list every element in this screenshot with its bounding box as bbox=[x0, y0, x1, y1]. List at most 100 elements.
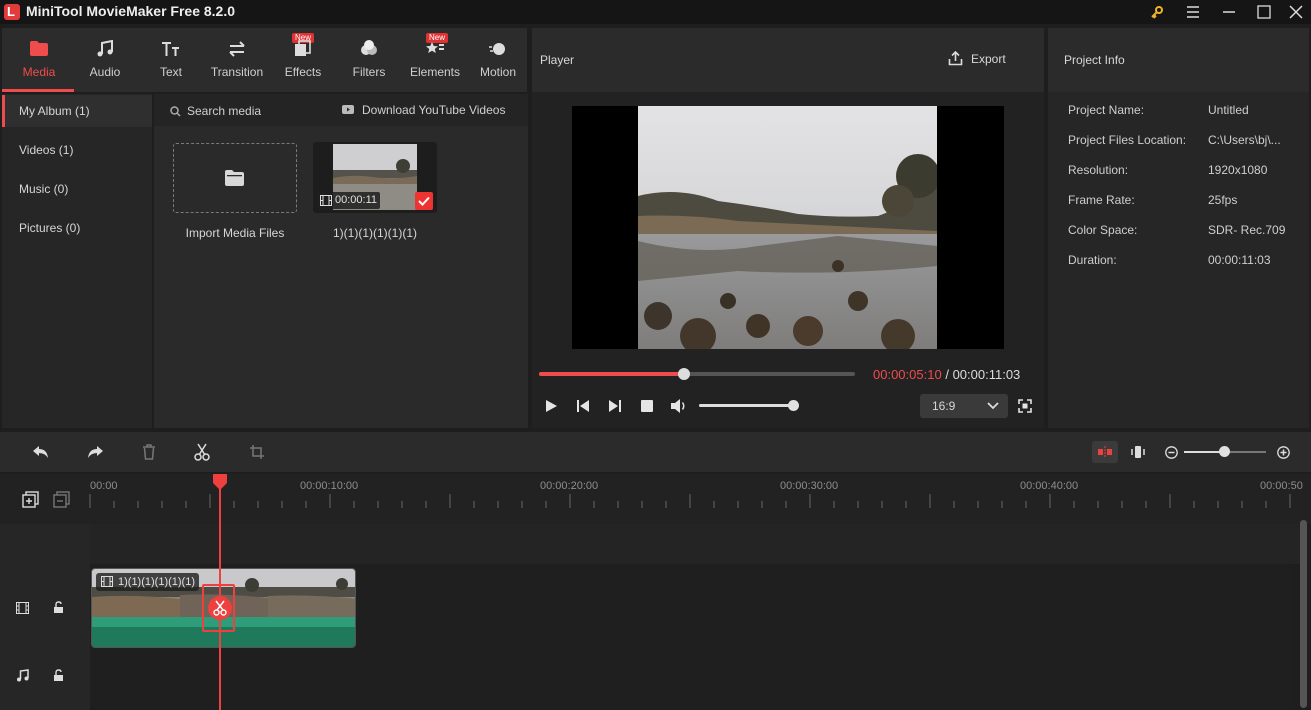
audio-mixer-button[interactable] bbox=[1131, 444, 1145, 460]
zoom-handle[interactable] bbox=[1219, 446, 1230, 457]
unlock-icon bbox=[54, 669, 63, 681]
tab-filters[interactable]: Filters bbox=[336, 28, 402, 92]
transition-arrows-icon bbox=[229, 41, 245, 57]
info-value-frame-rate: 25fps bbox=[1208, 193, 1238, 207]
export-button[interactable]: Export bbox=[948, 51, 1006, 66]
tab-motion[interactable]: Motion bbox=[468, 28, 528, 92]
info-value-resolution: 1920x1080 bbox=[1208, 163, 1268, 177]
filters-icon bbox=[361, 40, 377, 55]
sidebar-item-my-album[interactable]: My Album (1) bbox=[2, 95, 152, 127]
ruler-label: 00:00:20:00 bbox=[540, 480, 599, 492]
delete-button[interactable] bbox=[141, 444, 157, 460]
tab-media[interactable]: Media bbox=[6, 28, 72, 92]
fullscreen-button[interactable] bbox=[1018, 399, 1032, 413]
aspect-ratio-value: 16:9 bbox=[932, 399, 956, 413]
video-frame-image bbox=[638, 106, 937, 349]
audio-track-icon bbox=[16, 669, 29, 682]
split-button[interactable] bbox=[194, 443, 210, 461]
audio-track[interactable] bbox=[90, 652, 1290, 708]
snap-toggle[interactable] bbox=[1092, 441, 1118, 463]
info-key-location: Project Files Location: bbox=[1068, 133, 1187, 147]
tab-filters-label: Filters bbox=[352, 65, 386, 79]
split-marker[interactable] bbox=[208, 596, 232, 620]
track-headers bbox=[0, 524, 90, 710]
timeline-ruler[interactable]: 00:00 00:00:10:00 00:00:20:00 00:00:30:0… bbox=[0, 474, 1311, 524]
clip-duration-text: 00:00:11 bbox=[335, 194, 378, 206]
film-icon bbox=[101, 576, 113, 587]
progress-handle[interactable] bbox=[678, 368, 690, 380]
redo-icon bbox=[88, 446, 103, 458]
search-media[interactable]: Search media bbox=[170, 104, 261, 118]
volume-slider[interactable] bbox=[699, 400, 799, 411]
youtube-download-icon bbox=[342, 105, 354, 114]
stop-button[interactable] bbox=[641, 400, 653, 412]
film-icon bbox=[320, 195, 332, 206]
music-note-icon bbox=[17, 669, 29, 682]
import-media-button[interactable] bbox=[173, 143, 297, 213]
menu-icon[interactable] bbox=[1175, 0, 1211, 24]
timeline-toolbar bbox=[0, 432, 1311, 472]
sidebar-item-music[interactable]: Music (0) bbox=[2, 173, 152, 205]
tab-transition-label: Transition bbox=[210, 65, 264, 79]
clip-label-text: 1)(1)(1)(1)(1)(1) bbox=[118, 576, 195, 588]
timeline-scrollbar[interactable] bbox=[1300, 520, 1307, 708]
snap-icon bbox=[1098, 446, 1112, 458]
tab-audio[interactable]: Audio bbox=[72, 28, 138, 92]
zoom-slider[interactable] bbox=[1184, 446, 1266, 457]
player-title: Player bbox=[540, 53, 575, 67]
playback-progress-bar[interactable] bbox=[539, 368, 855, 380]
sidebar-item-pictures[interactable]: Pictures (0) bbox=[2, 212, 152, 244]
fullscreen-icon bbox=[1018, 399, 1032, 413]
undo-icon bbox=[33, 446, 48, 458]
volume-fill bbox=[699, 404, 794, 407]
project-info-panel: Project Info Project Name: Untitled Proj… bbox=[1048, 28, 1309, 428]
previous-frame-button[interactable] bbox=[576, 399, 590, 413]
info-key-resolution: Resolution: bbox=[1068, 163, 1129, 177]
volume-button[interactable] bbox=[670, 398, 688, 414]
audio-track-lock[interactable] bbox=[53, 669, 64, 682]
video-track-lock[interactable] bbox=[53, 601, 64, 614]
motion-icon bbox=[489, 43, 505, 55]
media-clip-thumbnail[interactable]: 00:00:11 bbox=[313, 142, 437, 213]
empty-track[interactable] bbox=[90, 524, 1300, 564]
tab-transition[interactable]: Transition bbox=[204, 28, 270, 92]
player-header: Player Export bbox=[532, 28, 1044, 92]
title-bar: L MiniTool MovieMaker Free 8.2.0 bbox=[0, 0, 1311, 24]
skip-back-icon bbox=[577, 400, 589, 412]
export-label: Export bbox=[971, 51, 1006, 66]
video-preview bbox=[572, 106, 1004, 349]
undo-button[interactable] bbox=[32, 444, 50, 460]
ruler-label: 00:00:50 bbox=[1260, 480, 1303, 492]
player-panel: Player Export 00:00:05:10 / 00:00:11:03 … bbox=[532, 28, 1044, 428]
zoom-in-button[interactable] bbox=[1277, 446, 1290, 459]
current-time: 00:00:05:10 bbox=[873, 367, 942, 382]
aspect-ratio-select[interactable]: 16:9 bbox=[920, 394, 1008, 418]
next-frame-button[interactable] bbox=[608, 399, 622, 413]
ruler-label: 00:00:30:00 bbox=[780, 480, 839, 492]
progress-fill bbox=[539, 372, 684, 376]
ruler-label: 00:00 bbox=[90, 480, 118, 492]
download-youtube-button[interactable]: Download YouTube Videos bbox=[341, 103, 505, 117]
playhead-handle[interactable] bbox=[213, 474, 227, 490]
crop-button[interactable] bbox=[249, 444, 265, 460]
key-icon[interactable] bbox=[1139, 0, 1175, 24]
info-key-project-name: Project Name: bbox=[1068, 103, 1145, 117]
zoom-out-button[interactable] bbox=[1165, 446, 1178, 459]
maximize-icon[interactable] bbox=[1246, 0, 1282, 24]
close-icon[interactable] bbox=[1278, 0, 1311, 24]
checkmark-icon bbox=[415, 192, 433, 210]
volume-handle[interactable] bbox=[788, 400, 799, 411]
crop-icon bbox=[250, 445, 264, 459]
minimize-icon[interactable] bbox=[1211, 0, 1247, 24]
play-button[interactable] bbox=[544, 399, 558, 413]
media-library: Search media Download YouTube Videos Imp… bbox=[154, 94, 528, 428]
sidebar-item-videos[interactable]: Videos (1) bbox=[2, 134, 152, 166]
tab-audio-label: Audio bbox=[89, 65, 121, 79]
scissors-icon bbox=[213, 600, 227, 616]
download-youtube-label: Download YouTube Videos bbox=[362, 103, 506, 117]
redo-button[interactable] bbox=[86, 444, 104, 460]
media-toolbar: Media Audio Text Transition New Effects … bbox=[2, 28, 527, 92]
tab-elements[interactable]: New Elements bbox=[402, 28, 468, 92]
tab-text[interactable]: Text bbox=[138, 28, 204, 92]
tab-effects[interactable]: New Effects bbox=[270, 28, 336, 92]
